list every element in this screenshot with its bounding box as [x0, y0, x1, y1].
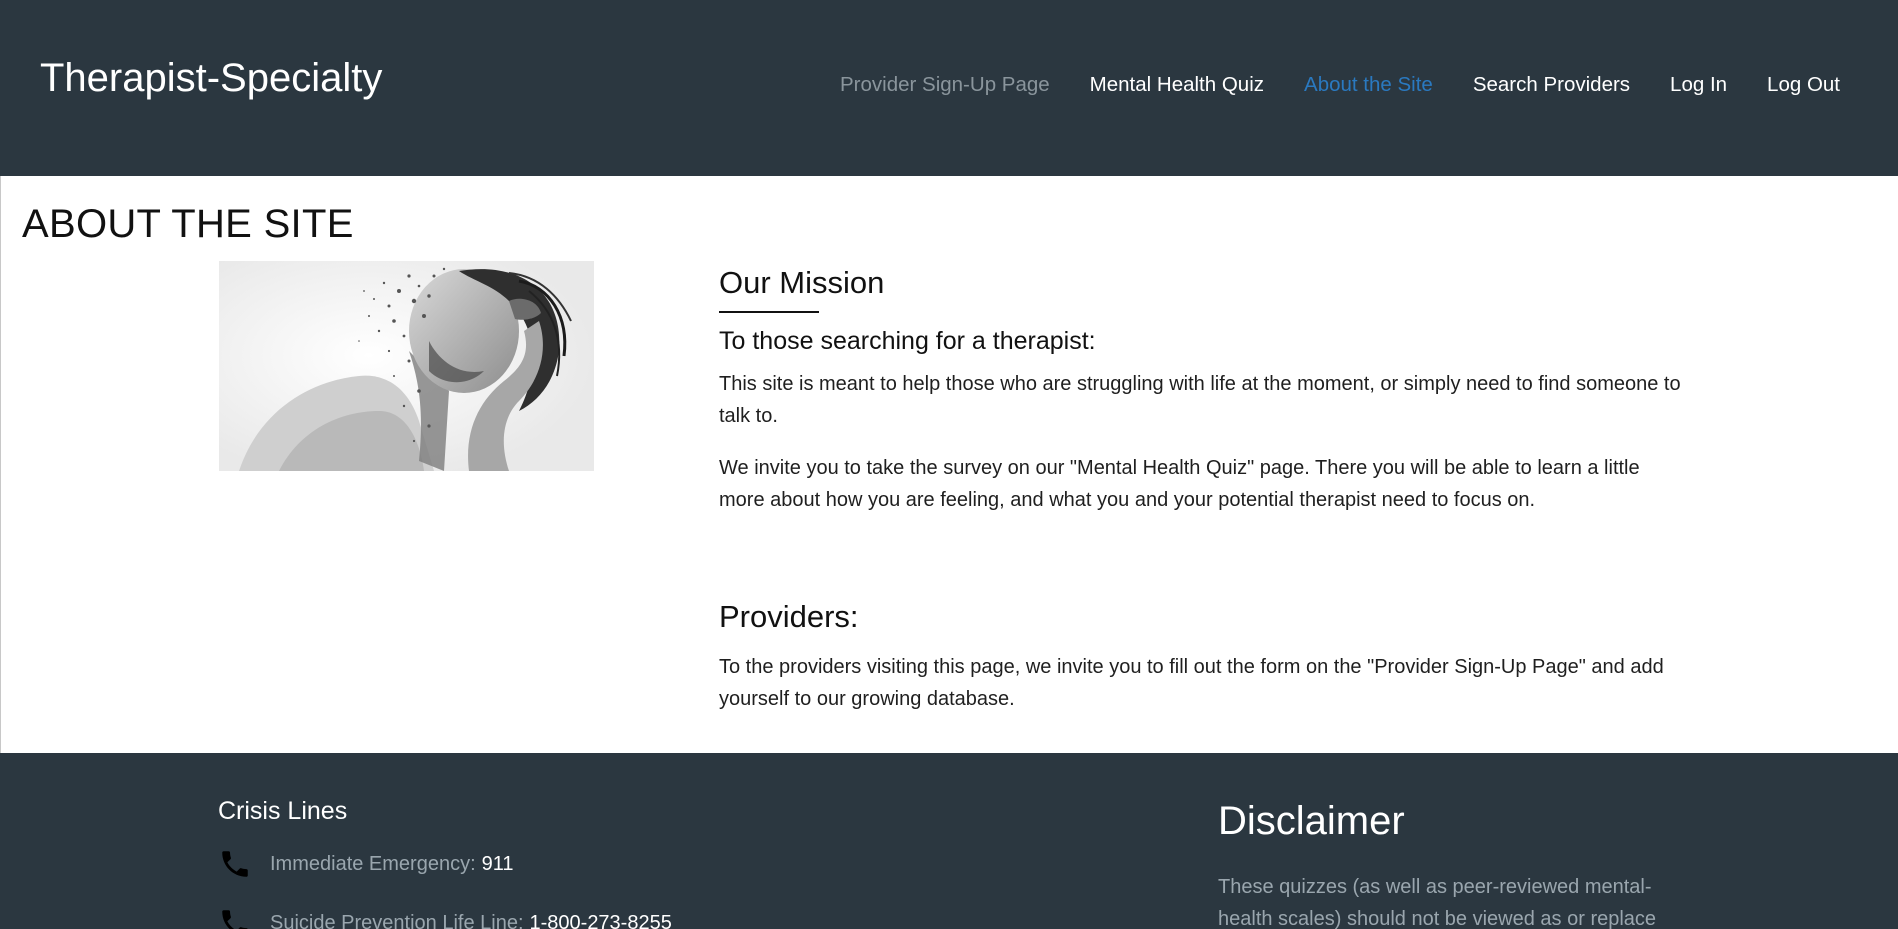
crisis-line-suicide-prevention: Suicide Prevention Life Line: 1-800-273-…: [218, 906, 672, 929]
crisis-lines-heading: Crisis Lines: [218, 797, 348, 825]
crisis-line-number[interactable]: 1-800-273-8255: [530, 912, 672, 929]
crisis-line-label: Immediate Emergency:: [270, 852, 476, 875]
nav-provider-sign-up[interactable]: Provider Sign-Up Page: [840, 73, 1050, 97]
phone-icon: [222, 851, 248, 877]
crisis-line-label: Suicide Prevention Life Line:: [270, 911, 524, 929]
site-footer: Crisis Lines Immediate Emergency: 911 Su…: [0, 753, 1898, 929]
nav-about-the-site[interactable]: About the Site: [1304, 73, 1433, 97]
main-content: ABOUT THE SITE Our Mission To those sear…: [0, 176, 1898, 753]
distressed-person-illustration: [219, 261, 594, 471]
main-nav: Provider Sign-Up Page Mental Health Quiz…: [840, 73, 1840, 97]
searchers-heading: To those searching for a therapist:: [719, 327, 1096, 356]
searchers-paragraph-1: This site is meant to help those who are…: [719, 373, 1681, 428]
page-title: ABOUT THE SITE: [22, 202, 354, 246]
about-content: Our Mission To those searching for a the…: [719, 264, 1687, 715]
crisis-line-number[interactable]: 911: [482, 853, 514, 876]
providers-paragraph: To the providers visiting this page, we …: [719, 656, 1664, 711]
crisis-line-emergency: Immediate Emergency: 911: [218, 847, 514, 881]
nav-log-out[interactable]: Log Out: [1767, 73, 1840, 97]
phone-icon: [222, 910, 248, 929]
site-header: Therapist-Specialty Provider Sign-Up Pag…: [0, 0, 1898, 176]
searchers-paragraph-2: We invite you to take the survey on our …: [719, 457, 1640, 512]
mission-heading: Our Mission: [719, 265, 885, 300]
disclaimer-text: These quizzes (as well as peer-reviewed …: [1218, 876, 1657, 929]
providers-heading: Providers:: [719, 599, 859, 635]
nav-mental-health-quiz[interactable]: Mental Health Quiz: [1090, 73, 1264, 97]
nav-log-in[interactable]: Log In: [1670, 73, 1727, 97]
nav-search-providers[interactable]: Search Providers: [1473, 73, 1630, 97]
mission-underline: [719, 311, 819, 314]
hero-image: [219, 261, 594, 471]
disclaimer-heading: Disclaimer: [1218, 799, 1405, 843]
site-brand[interactable]: Therapist-Specialty: [40, 56, 382, 101]
